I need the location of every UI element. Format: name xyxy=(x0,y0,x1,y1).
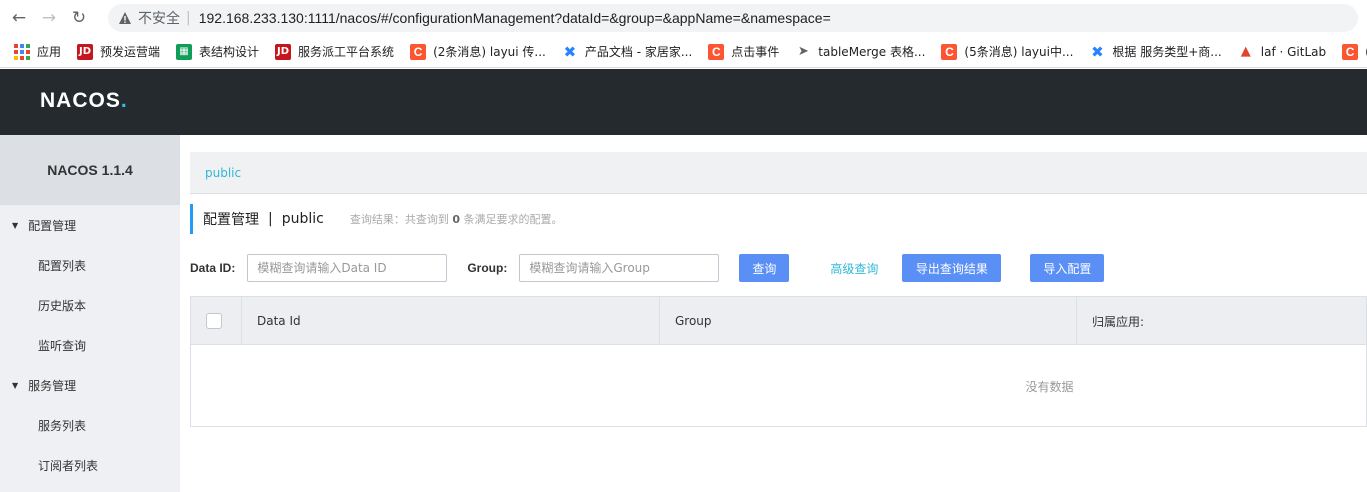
page-namespace: public xyxy=(281,211,324,227)
dataid-label: Data ID: xyxy=(190,261,236,275)
select-all-checkbox[interactable] xyxy=(206,313,222,329)
sidebar-group-label: 服务管理 xyxy=(28,378,77,393)
page-title: 配置管理 xyxy=(203,212,259,228)
page-heading: 配置管理 | public 查询结果：共查询到 0 条满足要求的配置。 xyxy=(190,204,563,234)
sidebar-item-config-list[interactable]: 配置列表 xyxy=(0,245,180,285)
title-separator: | xyxy=(268,211,273,227)
url-text[interactable]: 192.168.233.130:1111/nacos/#/configurati… xyxy=(199,10,831,26)
bookmark-item[interactable]: JD 服务派工平台系统 xyxy=(275,43,394,60)
table-body: 没有数据 xyxy=(191,345,1366,427)
advanced-query-link[interactable]: 高级查询 xyxy=(830,260,878,277)
bookmarks-bar: 应用 JD 预发运营端 ▦ 表结构设计 JD 服务派工平台系统 C (2条消息) lay… xyxy=(0,36,1367,68)
query-result-text: 查询结果：共查询到 0 条满足要求的配置。 xyxy=(349,213,563,226)
sidebar-item-history[interactable]: 历史版本 xyxy=(0,285,180,325)
bookmark-item[interactable]: ✖ 产品文档 - 家居家... xyxy=(562,42,693,61)
sidebar: NACOS 1.1.4 ▼ 配置管理 配置列表 历史版本 监听查询 ▼ 服务管理 服… xyxy=(0,135,180,492)
bookmark-label: 点击事件 xyxy=(731,45,780,59)
bookmark-label: 根据 服务类型+商... xyxy=(1112,45,1222,59)
bookmark-label: 产品文档 - 家居家... xyxy=(584,45,693,59)
sidebar-title: NACOS 1.1.4 xyxy=(0,135,180,205)
csdn-icon: C xyxy=(941,43,958,60)
column-header-app[interactable]: 归属应用: xyxy=(1077,297,1366,345)
warning-icon[interactable] xyxy=(118,11,132,25)
namespace-bar: public xyxy=(190,152,1367,194)
table-header: Data Id Group 归属应用: xyxy=(191,297,1366,345)
export-button[interactable]: 导出查询结果 xyxy=(902,254,1002,282)
group-label: Group: xyxy=(467,261,508,275)
bookmark-item[interactable]: C (2条消息) layui 传... xyxy=(410,43,546,60)
csdn-icon: C xyxy=(1342,43,1359,60)
sidebar-group-config[interactable]: ▼ 配置管理 xyxy=(0,205,180,245)
bookmark-label: 应用 xyxy=(37,45,62,59)
query-button[interactable]: 查询 xyxy=(739,254,790,282)
sheet-icon: ▦ xyxy=(176,43,193,60)
bookmark-item[interactable]: C (5条消息) layui中... xyxy=(941,43,1073,60)
browser-toolbar: ← → ↻ 不安全 | 192.168.233.130:1111/nacos/#… xyxy=(0,0,1367,36)
column-header-dataid[interactable]: Data Id xyxy=(242,297,660,345)
search-form: Data ID: Group: 查询 高级查询 导出查询结果 导入配置 xyxy=(190,254,1105,282)
url-separator: | xyxy=(186,10,191,26)
bookmark-label: 服务派工平台系统 xyxy=(298,45,395,59)
confluence-icon: ✖ xyxy=(563,42,577,61)
group-input[interactable] xyxy=(519,254,720,282)
bookmark-item[interactable]: C(6 xyxy=(1342,43,1367,60)
bookmark-label: tableMerge 表格... xyxy=(818,45,926,59)
sidebar-group-label: 配置管理 xyxy=(28,218,77,233)
select-all-cell xyxy=(191,297,242,345)
import-button[interactable]: 导入配置 xyxy=(1030,254,1105,282)
sidebar-item-subscriber-list[interactable]: 订阅者列表 xyxy=(0,445,180,485)
jd-icon: JD xyxy=(275,43,292,60)
gitlab-icon: ▲ xyxy=(1240,44,1251,59)
dataid-input[interactable] xyxy=(247,254,448,282)
bookmark-item[interactable]: ▦ 表结构设计 xyxy=(176,43,259,60)
bookmark-label: (5条消息) layui中... xyxy=(964,45,1074,59)
insecure-label: 不安全 xyxy=(138,11,180,27)
csdn-icon: C xyxy=(708,43,725,60)
caret-down-icon: ▼ xyxy=(12,380,19,390)
forward-arrow-icon[interactable]: → xyxy=(38,7,60,29)
bookmark-item[interactable]: ▲ laf · GitLab xyxy=(1238,44,1326,60)
bookmark-apps[interactable]: 应用 xyxy=(14,43,61,60)
reload-icon[interactable]: ↻ xyxy=(68,7,90,29)
sidebar-item-listener-query[interactable]: 监听查询 xyxy=(0,325,180,365)
sidebar-item-service-list[interactable]: 服务列表 xyxy=(0,405,180,445)
bookmark-label: 预发运营端 xyxy=(100,45,161,59)
caret-down-icon: ▼ xyxy=(12,220,19,230)
bookmark-label: laf · GitLab xyxy=(1260,44,1327,59)
jd-icon: JD xyxy=(77,43,94,60)
apps-grid-icon xyxy=(14,43,30,60)
send-icon: ➤ xyxy=(797,44,809,59)
bookmark-label: 表结构设计 xyxy=(199,45,260,59)
config-table: Data Id Group 归属应用: 没有数据 xyxy=(190,296,1367,427)
empty-state-text: 没有数据 xyxy=(1025,379,1074,394)
bookmark-item[interactable]: C 点击事件 xyxy=(708,43,779,60)
sidebar-group-service[interactable]: ▼ 服务管理 xyxy=(0,365,180,405)
csdn-icon: C xyxy=(410,43,427,60)
back-arrow-icon[interactable]: ← xyxy=(8,7,30,29)
bookmark-item[interactable]: JD 预发运营端 xyxy=(77,43,160,60)
bookmark-item[interactable]: ➤ tableMerge 表格... xyxy=(795,43,926,60)
nacos-logo[interactable]: NACOS. xyxy=(40,89,128,113)
address-bar[interactable]: 不安全 | 192.168.233.130:1111/nacos/#/confi… xyxy=(108,4,1358,32)
bookmark-item[interactable]: ✖ 根据 服务类型+商... xyxy=(1089,42,1222,61)
namespace-link-public[interactable]: public xyxy=(205,166,241,180)
confluence-icon: ✖ xyxy=(1091,42,1104,61)
app-header: NACOS. xyxy=(0,69,1367,135)
bookmark-label: (2条消息) layui 传... xyxy=(433,45,546,59)
column-header-group[interactable]: Group xyxy=(660,297,1077,345)
